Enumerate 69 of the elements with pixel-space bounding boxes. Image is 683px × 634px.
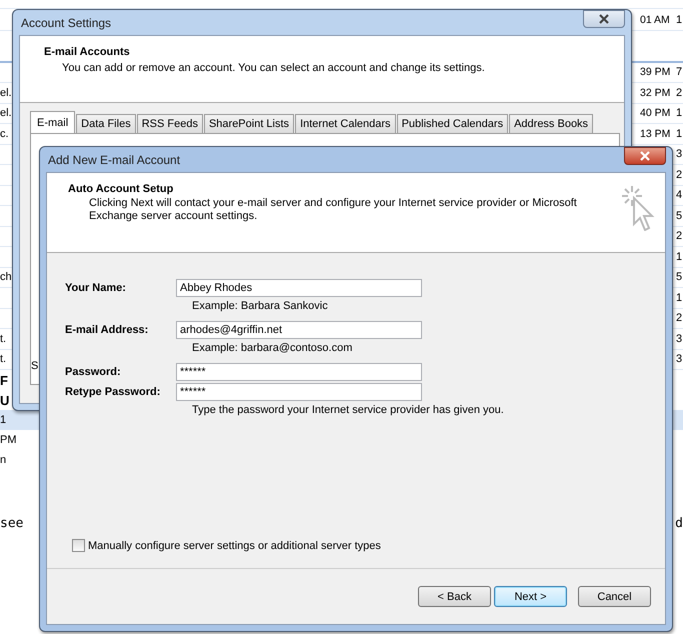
- input-field[interactable]: Abbey Rhodes: [176, 279, 422, 297]
- message-count: 2: [675, 168, 683, 181]
- message-count: 1: [675, 128, 683, 140]
- tab[interactable]: Address Books: [509, 114, 594, 133]
- message-count: 3: [675, 148, 683, 160]
- message-count: 1: [675, 250, 683, 263]
- message-count: 3: [675, 353, 683, 366]
- close-icon: [598, 14, 610, 24]
- input-field[interactable]: arhodes@4griffin.net: [176, 321, 422, 339]
- field-label: E-mail Address:: [65, 324, 150, 336]
- dialog-button[interactable]: Next >: [494, 586, 567, 607]
- pane-fragment: n: [0, 454, 6, 466]
- message-fragment: t.: [0, 353, 6, 366]
- pane-fragment: PM: [0, 434, 16, 446]
- field-hint: Example: Barbara Sankovic: [191, 300, 329, 312]
- message-time: 01 AM: [640, 14, 671, 26]
- message-count: 7: [675, 66, 683, 78]
- message-count: 2: [675, 312, 683, 324]
- body-text: d: [675, 516, 683, 531]
- pane-fragment: U: [0, 392, 10, 408]
- close-button[interactable]: [583, 10, 625, 28]
- message-fragment: el.: [0, 107, 12, 120]
- message-count: 3: [675, 332, 683, 345]
- close-icon: [639, 150, 651, 160]
- message-count: 2: [675, 86, 683, 99]
- section-heading: E-mail Accounts: [44, 46, 131, 58]
- tab[interactable]: Internet Calendars: [295, 114, 396, 133]
- message-time: 39 PM: [640, 66, 672, 78]
- message-count: 5: [675, 271, 683, 284]
- pane-fragment: F: [0, 372, 8, 388]
- input-field[interactable]: ******: [176, 383, 422, 401]
- cursor-sparkle-icon: [621, 185, 655, 231]
- tab[interactable]: Data Files: [76, 114, 136, 133]
- section-description: You can add or remove an account. You can select an account and change its settings.: [61, 62, 486, 74]
- pane-fragment: 1: [0, 414, 6, 426]
- checkbox-label: Manually configure server settings or additional server types: [88, 540, 381, 552]
- field-hint: Example: barbara@contoso.com: [191, 342, 354, 354]
- window-title: Account Settings: [21, 16, 112, 30]
- message-count: 1: [675, 14, 683, 26]
- tab[interactable]: Published Calendars: [396, 114, 508, 133]
- field-label: Your Name:: [65, 282, 127, 294]
- section-description: Clicking Next will contact your e-mail server and configure your Internet service provider or Microsoft Exchange server account settings.: [88, 197, 578, 223]
- field-label: Retype Password:: [65, 386, 162, 398]
- message-time: 32 PM: [640, 86, 672, 99]
- message-fragment: ch: [0, 271, 12, 284]
- window-title: Add New E-mail Account: [48, 152, 180, 166]
- checkbox[interactable]: [72, 539, 85, 552]
- message-count: 4: [675, 189, 683, 202]
- section-heading: Auto Account Setup: [68, 183, 174, 195]
- close-button[interactable]: [624, 146, 666, 164]
- tab[interactable]: RSS Feeds: [136, 114, 203, 133]
- message-count: 2: [675, 230, 683, 242]
- field-hint: Type the password your Internet service provider has given you.: [191, 404, 505, 416]
- dialog-button[interactable]: Cancel: [578, 586, 651, 607]
- message-fragment: t.: [0, 332, 6, 345]
- message-count: 5: [675, 210, 683, 222]
- input-field[interactable]: ******: [176, 363, 422, 381]
- message-fragment: c.: [0, 128, 9, 140]
- tab[interactable]: SharePoint Lists: [204, 114, 294, 133]
- body-text: see: [0, 516, 24, 531]
- message-count: 1: [675, 107, 683, 120]
- message-time: 13 PM: [640, 128, 672, 140]
- message-fragment: el.: [0, 86, 12, 99]
- dialog-button[interactable]: < Back: [418, 586, 491, 607]
- field-label: Password:: [65, 366, 122, 378]
- message-count: 1: [675, 292, 683, 304]
- status-fragment: S: [31, 360, 38, 372]
- tab[interactable]: E-mail: [30, 111, 76, 133]
- message-time: 40 PM: [640, 107, 672, 120]
